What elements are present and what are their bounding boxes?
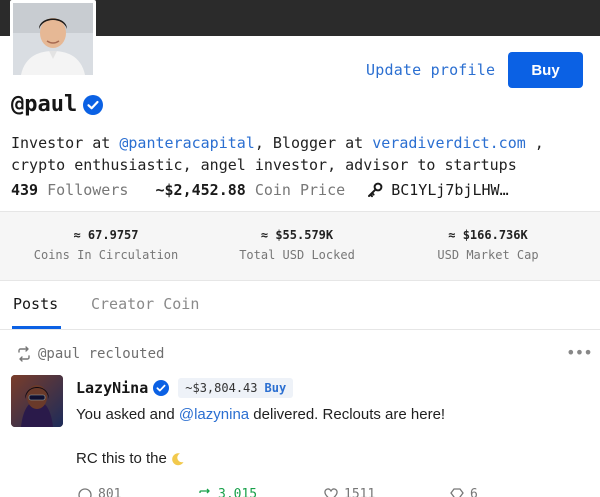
key-icon — [367, 182, 383, 198]
reclout-indicator: @paul reclouted — [16, 346, 164, 362]
post-author-name[interactable]: LazyNina — [76, 379, 148, 397]
profile-username: @paul — [11, 92, 103, 117]
post-text: delivered. Reclouts are here! — [249, 406, 445, 423]
tab-creator-coin[interactable]: Creator Coin — [91, 295, 199, 313]
update-profile-link[interactable]: Update profile — [366, 61, 495, 79]
verified-badge-icon — [153, 380, 169, 396]
metric-label: Total USD Locked — [197, 248, 397, 262]
bio-text: , — [526, 134, 544, 152]
author-coin-price-chip: ~$3,804.43 Buy — [178, 378, 293, 398]
profile-avatar — [10, 0, 96, 78]
coin-metrics-bar: ≈ 67.9757 Coins In Circulation ≈ $55.579… — [0, 211, 600, 281]
post-header: LazyNina ~$3,804.43 Buy — [76, 378, 293, 398]
post-text: RC this to the — [76, 450, 167, 467]
diamond-count: 6 — [470, 487, 478, 497]
metric-value: ≈ $55.579K — [197, 228, 397, 242]
author-coin-price: ~$3,804.43 — [185, 381, 257, 395]
followers-count[interactable]: 439 — [11, 181, 38, 199]
tab-posts[interactable]: Posts — [13, 295, 58, 313]
metric-usd-market-cap: ≈ $166.736K USD Market Cap — [388, 228, 588, 262]
bio-link-blog[interactable]: veradiverdict.com — [372, 134, 526, 152]
profile-tabs: Posts Creator Coin — [0, 280, 600, 330]
buy-button[interactable]: Buy — [508, 52, 583, 88]
profile-bio: Investor at @panteracapital, Blogger at … — [11, 132, 596, 176]
author-buy-link[interactable]: Buy — [265, 381, 287, 395]
comment-count: 801 — [98, 487, 121, 497]
followers-label[interactable]: Followers — [47, 181, 128, 199]
metric-value: ≈ $166.736K — [388, 228, 588, 242]
bio-link-pantera[interactable]: @panteracapital — [119, 134, 254, 152]
username-text: @paul — [11, 92, 77, 117]
crescent-moon-icon — [171, 452, 185, 466]
reclout-text: @paul reclouted — [38, 346, 164, 362]
profile-stats: 439 Followers ~$2,452.88 Coin Price BC1Y… — [11, 181, 509, 199]
bio-text: , Blogger at — [255, 134, 372, 152]
post-body-line-2: RC this to the — [76, 450, 185, 467]
post-mention-link[interactable]: @lazynina — [179, 406, 249, 423]
metric-label: Coins In Circulation — [6, 248, 206, 262]
comment-button[interactable]: 801 — [78, 487, 121, 497]
reclout-icon — [16, 346, 32, 362]
public-key[interactable]: BC1YLj7bjLHW… — [391, 181, 508, 199]
post-more-options-icon[interactable]: ••• — [566, 343, 592, 362]
bio-line-1: Investor at @panteracapital, Blogger at … — [11, 132, 596, 154]
heart-icon — [324, 488, 338, 497]
metric-label: USD Market Cap — [388, 248, 588, 262]
metric-coins-in-circulation: ≈ 67.9757 Coins In Circulation — [6, 228, 206, 262]
coin-price: ~$2,452.88 — [156, 181, 246, 199]
reclout-count: 3,015 — [218, 487, 257, 497]
diamond-icon — [450, 488, 464, 497]
bio-text: Investor at — [11, 134, 119, 152]
post-body: You asked and @lazynina delivered. Reclo… — [76, 405, 591, 425]
metric-value: ≈ 67.9757 — [6, 228, 206, 242]
tab-label: Posts — [13, 295, 58, 313]
diamond-button[interactable]: 6 — [450, 487, 478, 497]
tab-active-indicator — [12, 326, 61, 329]
post-author-avatar[interactable] — [11, 375, 63, 427]
reclout-button[interactable]: 3,015 — [198, 487, 257, 497]
verified-badge-icon — [83, 95, 103, 115]
post-actions: 801 3,015 1511 6 — [76, 487, 596, 497]
tab-label: Creator Coin — [91, 295, 199, 313]
bio-line-2: crypto enthusiastic, angel investor, adv… — [11, 154, 596, 176]
metric-total-usd-locked: ≈ $55.579K Total USD Locked — [197, 228, 397, 262]
comment-icon — [78, 488, 92, 497]
coin-price-label: Coin Price — [255, 181, 345, 199]
reclout-icon — [198, 488, 212, 497]
post-text: You asked and — [76, 406, 179, 423]
like-button[interactable]: 1511 — [324, 487, 375, 497]
like-count: 1511 — [344, 487, 375, 497]
